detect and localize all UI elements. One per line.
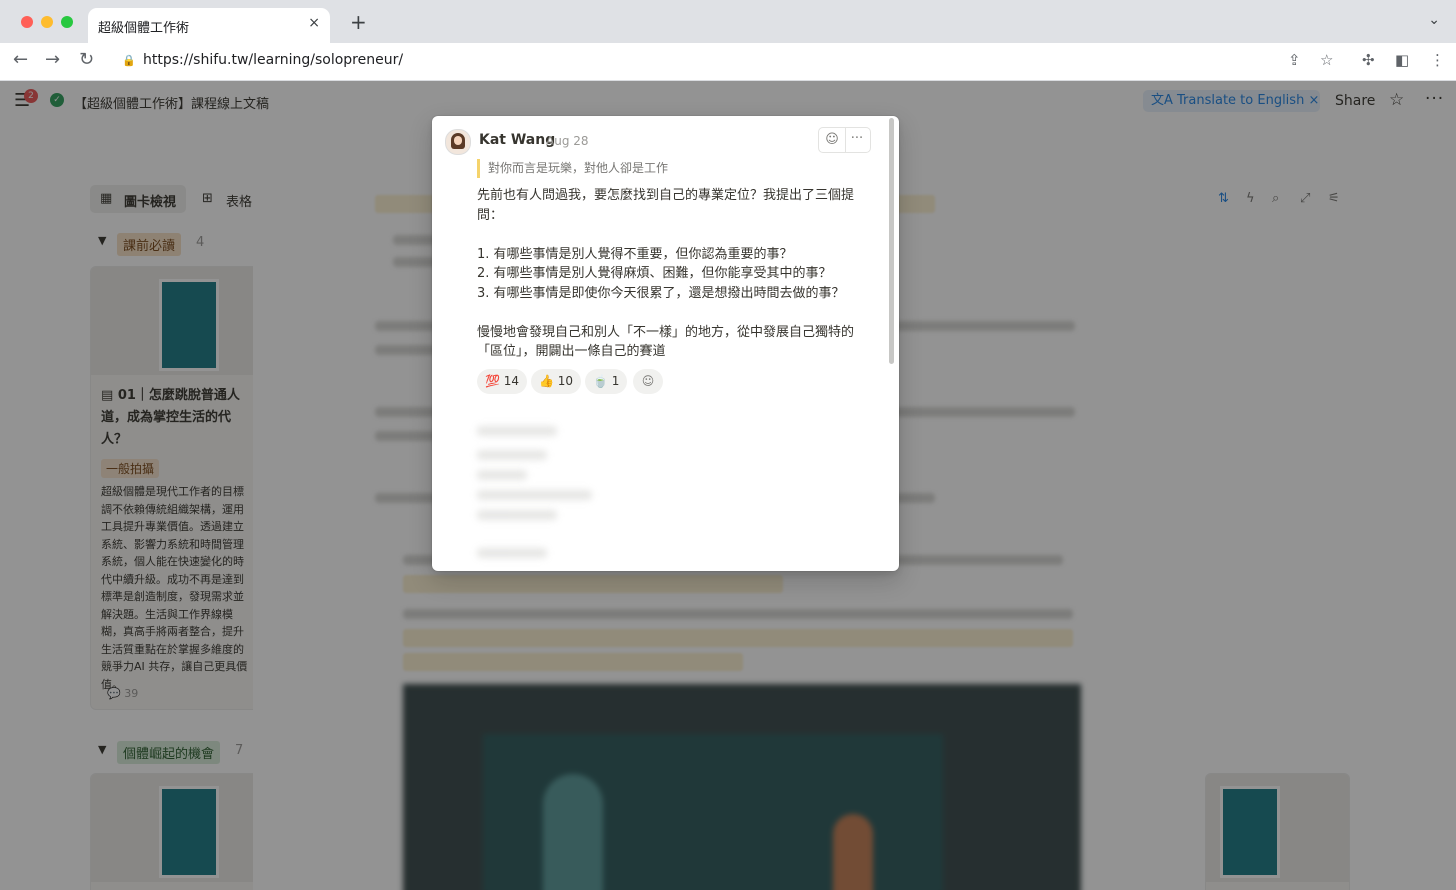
more-actions-button[interactable]: ··· — [844, 127, 871, 153]
tea-emoji-icon: 🍵 — [593, 374, 608, 388]
thumbs-up-emoji-icon: 👍 — [539, 374, 554, 388]
close-window-button[interactable] — [21, 16, 33, 28]
hundred-points-emoji-icon: 💯 — [485, 374, 500, 388]
blurred-text — [477, 426, 557, 436]
lock-icon: 🔒 — [122, 54, 136, 67]
browser-titlebar: 超級個體工作術 × + ⌄ — [0, 0, 1456, 43]
extensions-puzzle-icon[interactable]: ✣ — [1362, 51, 1375, 69]
blurred-text — [477, 490, 592, 500]
bookmark-star-icon[interactable]: ☆ — [1320, 51, 1333, 69]
forward-arrow-icon[interactable]: → — [45, 49, 60, 70]
tab-search-chevron-icon[interactable]: ⌄ — [1428, 12, 1440, 28]
reload-icon[interactable]: ↻ — [79, 49, 94, 70]
reaction-count: 1 — [611, 374, 620, 388]
avatar — [445, 129, 471, 155]
new-tab-button[interactable]: + — [350, 10, 367, 34]
next-comment-blurred — [432, 406, 899, 571]
reaction-count: 14 — [503, 374, 520, 388]
tab-title: 超級個體工作術 — [98, 21, 190, 36]
blurred-text — [477, 510, 557, 520]
quoted-text: 對你而言是玩樂，對他人卻是工作 — [477, 159, 668, 178]
reaction-100[interactable]: 💯 14 — [477, 369, 528, 394]
browser-toolbar: ← → ↻ 🔒 https://shifu.tw/learning/solopr… — [0, 43, 1456, 81]
comment-body: 先前也有人問過我，要怎麼找到自己的專業定位？我提出了三個提問： 1. 有哪些事情… — [477, 188, 855, 359]
side-panel-icon[interactable]: ◧ — [1395, 51, 1409, 69]
add-reaction-icon[interactable]: ☺ — [818, 127, 846, 153]
blurred-text — [477, 548, 547, 558]
close-tab-icon[interactable]: × — [308, 15, 320, 31]
comment-date: Aug 28 — [546, 134, 589, 148]
back-arrow-icon[interactable]: ← — [13, 49, 28, 70]
share-page-icon[interactable]: ⇪ — [1288, 51, 1301, 69]
comment-popup: Kat Wang Aug 28 ☺ ··· 對你而言是玩樂，對他人卻是工作 先前… — [432, 116, 899, 571]
reaction-count: 10 — [557, 374, 574, 388]
browser-tab[interactable]: 超級個體工作術 × — [88, 8, 330, 43]
comment-author: Kat Wang — [479, 132, 556, 148]
address-bar[interactable]: 🔒 https://shifu.tw/learning/solopreneur/ — [110, 47, 1350, 76]
blurred-text — [477, 470, 527, 480]
avatar-face — [454, 136, 462, 145]
url-text: https://shifu.tw/learning/solopreneur/ — [143, 52, 404, 68]
blurred-text — [477, 450, 547, 460]
maximize-window-button[interactable] — [61, 16, 73, 28]
browser-menu-icon[interactable]: ⋮ — [1430, 51, 1445, 69]
reaction-thumbs-up[interactable]: 👍 10 — [531, 369, 582, 394]
scrollbar[interactable] — [889, 118, 894, 364]
add-reaction-button[interactable]: ☺ — [633, 369, 663, 394]
reaction-tea[interactable]: 🍵 1 — [585, 369, 628, 394]
minimize-window-button[interactable] — [41, 16, 53, 28]
